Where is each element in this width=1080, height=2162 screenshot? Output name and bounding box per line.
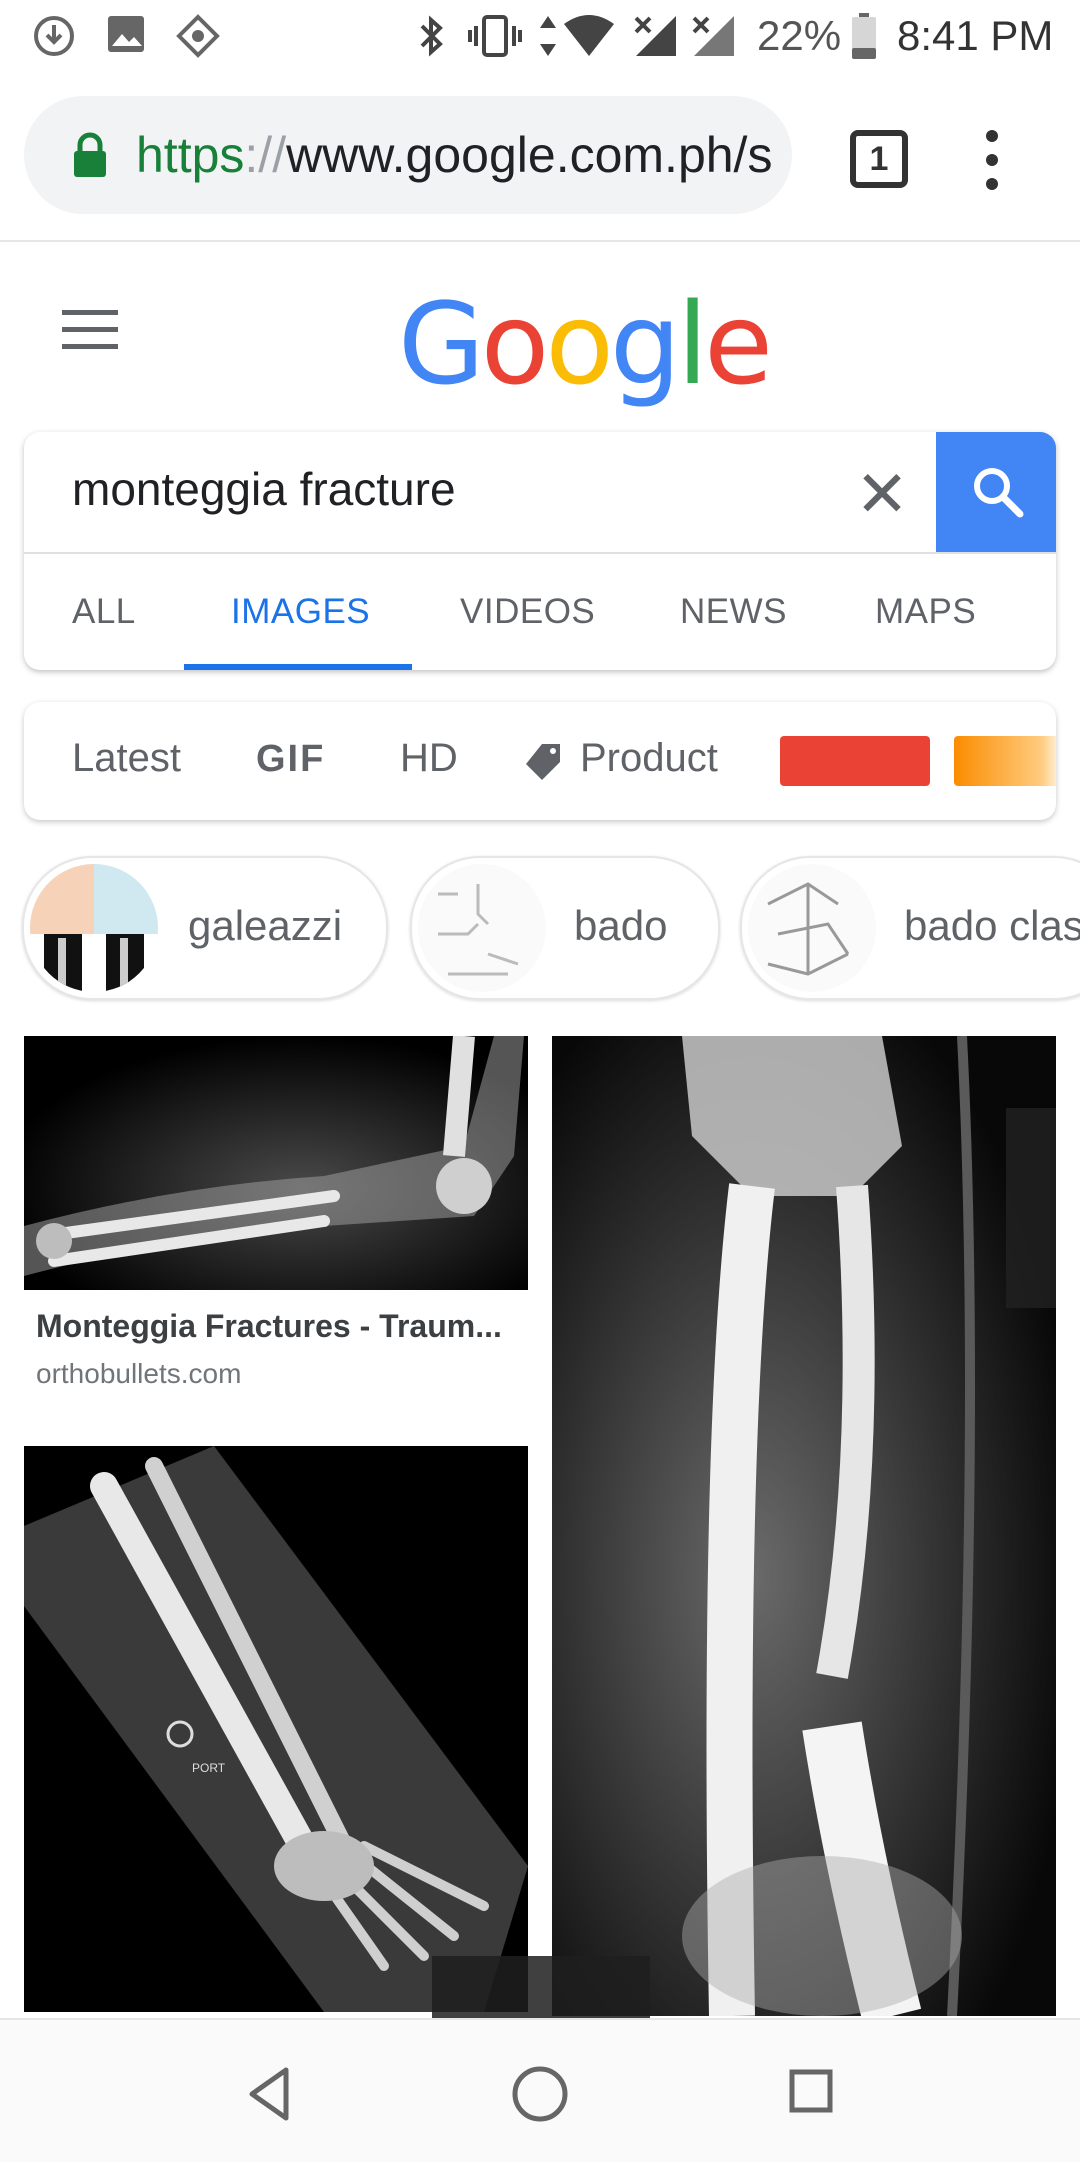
image-icon bbox=[108, 16, 144, 52]
search-input[interactable]: monteggia fracture bbox=[72, 462, 456, 516]
chip-thumbnail bbox=[418, 864, 546, 992]
logo-letter: G bbox=[398, 280, 485, 410]
logo-letter: l bbox=[676, 280, 708, 410]
lock-icon bbox=[74, 132, 106, 177]
battery-icon bbox=[852, 13, 876, 59]
clear-icon[interactable]: ✕ bbox=[842, 454, 922, 534]
result-title[interactable]: Monteggia Fractures - Traum... bbox=[36, 1308, 502, 1345]
logo-letter: o bbox=[545, 280, 614, 410]
color-filter-red[interactable] bbox=[780, 736, 930, 786]
home-icon[interactable] bbox=[510, 2064, 570, 2124]
browser-toolbar: https://www.google.com.ph/s 1 bbox=[0, 72, 1080, 242]
search-card: monteggia fracture ✕ ALL IMAGES VIDEOS N… bbox=[24, 432, 1056, 670]
url-text: https://www.google.com.ph/s bbox=[136, 126, 772, 184]
result-source[interactable]: orthobullets.com bbox=[36, 1358, 241, 1390]
chip-label: bado bbox=[574, 902, 668, 949]
tab-news[interactable]: NEWS bbox=[680, 592, 787, 632]
signal-icon-2 bbox=[692, 16, 734, 56]
address-bar[interactable]: https://www.google.com.ph/s bbox=[24, 96, 792, 214]
tab-videos[interactable]: VIDEOS bbox=[460, 592, 595, 632]
related-chip[interactable]: galeazzi bbox=[22, 856, 388, 1000]
result-image[interactable]: PORT bbox=[24, 1446, 528, 2012]
data-arrows-icon bbox=[540, 16, 556, 56]
chip-thumbnail bbox=[30, 864, 158, 992]
bluetooth-icon bbox=[420, 15, 443, 57]
filter-hd[interactable]: HD bbox=[400, 736, 458, 781]
filter-product[interactable]: Product bbox=[580, 736, 718, 781]
hamburger-menu-icon[interactable] bbox=[62, 310, 118, 350]
tab-images[interactable]: IMAGES bbox=[231, 592, 370, 632]
result-image[interactable] bbox=[24, 1036, 528, 1290]
related-chip[interactable]: bado clas bbox=[740, 856, 1080, 1000]
overflow-menu-icon[interactable] bbox=[982, 130, 1002, 190]
vibrate-icon bbox=[468, 15, 522, 57]
color-filter-orange[interactable] bbox=[954, 736, 1056, 786]
overlay-block bbox=[432, 1956, 650, 2018]
url-scheme: https bbox=[136, 127, 245, 183]
recents-icon[interactable] bbox=[788, 2068, 834, 2114]
app-icon bbox=[176, 14, 220, 58]
battery-percent: 22% bbox=[757, 12, 842, 59]
chip-label: galeazzi bbox=[188, 902, 343, 949]
image-filter-bar: Latest GIF HD Product bbox=[24, 702, 1056, 820]
active-tab-indicator bbox=[184, 664, 412, 670]
wifi-icon bbox=[564, 15, 614, 56]
tag-icon bbox=[526, 744, 560, 780]
signal-icon bbox=[634, 16, 676, 56]
related-chip[interactable]: bado bbox=[410, 856, 720, 1000]
chip-label: bado clas bbox=[904, 902, 1080, 949]
filter-gif[interactable]: GIF bbox=[256, 738, 325, 781]
navigation-bar bbox=[0, 2018, 1080, 2162]
logo-letter: o bbox=[480, 280, 550, 410]
download-icon bbox=[34, 16, 74, 56]
logo-letter: g bbox=[609, 280, 681, 410]
back-icon[interactable] bbox=[246, 2066, 294, 2122]
tab-maps[interactable]: MAPS bbox=[875, 592, 976, 632]
logo-letter: e bbox=[704, 280, 773, 410]
result-image[interactable] bbox=[552, 1036, 1056, 2016]
svg-text:PORT: PORT bbox=[192, 1761, 226, 1775]
status-bar: 22% 8:41 PM bbox=[0, 0, 1080, 72]
search-tabs: ALL IMAGES VIDEOS NEWS MAPS bbox=[24, 552, 1056, 670]
search-button[interactable] bbox=[936, 432, 1056, 552]
url-host: www.google.com.ph/s bbox=[286, 127, 773, 183]
clock: 8:41 PM bbox=[897, 12, 1054, 59]
chip-thumbnail bbox=[748, 864, 876, 992]
search-icon bbox=[974, 468, 1024, 518]
tab-all[interactable]: ALL bbox=[72, 592, 136, 632]
google-logo[interactable]: Google bbox=[398, 280, 773, 410]
filter-latest[interactable]: Latest bbox=[72, 736, 181, 781]
tab-switcher-button[interactable]: 1 bbox=[850, 130, 908, 188]
url-separator: :// bbox=[244, 127, 287, 183]
